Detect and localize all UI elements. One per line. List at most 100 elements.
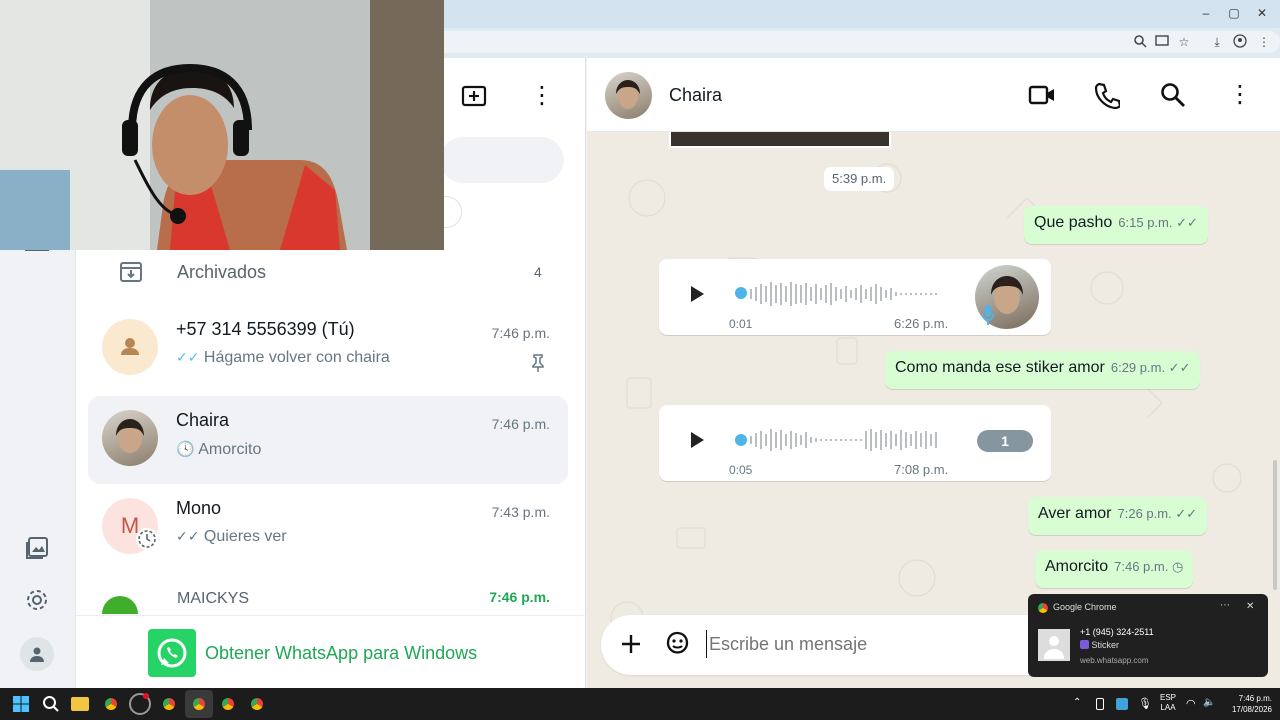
status-ring-icon [136, 528, 158, 550]
chat-item-mono[interactable]: M Mono 7:43 p.m. ✓✓ Quieres ver [88, 484, 568, 572]
incoming-voice-message[interactable]: 0:05 7:08 p.m. 1 [659, 405, 1051, 481]
notification-body-text: Sticker [1091, 640, 1120, 650]
message-text: Aver amor [1038, 505, 1112, 522]
language-indicator[interactable]: ESP LAA [1160, 693, 1176, 713]
outgoing-message[interactable]: Como manda ese stiker amor 6:29 p.m. ✓✓ [885, 351, 1201, 389]
sender-avatar [1038, 629, 1070, 661]
voice-call-icon[interactable] [1094, 81, 1122, 110]
notification-app: Google Chrome [1053, 602, 1117, 612]
playhead[interactable] [735, 434, 747, 446]
archived-label[interactable]: Archivados [177, 262, 266, 283]
sticker-icon [1080, 640, 1089, 649]
chat-preview-text: Quieres ver [203, 528, 287, 545]
windows-start-icon[interactable] [13, 696, 29, 712]
search-input[interactable] [440, 137, 564, 183]
defender-icon[interactable] [1116, 698, 1128, 710]
message-time: 7:46 p.m. [1114, 559, 1169, 574]
clock[interactable]: 7:46 p.m. 17/08/2026 [1222, 693, 1272, 715]
message-time: 6:26 p.m. [894, 316, 949, 331]
sticker-icon[interactable] [664, 630, 691, 657]
more-options-icon[interactable]: ⋮ [530, 82, 554, 110]
media-icon[interactable] [22, 535, 52, 565]
notification-body: Sticker [1080, 640, 1119, 650]
download-icon[interactable]: ⤓ [1208, 34, 1226, 50]
zoom-icon[interactable] [1131, 34, 1149, 50]
chat-menu-icon[interactable]: ⋮ [1228, 82, 1252, 108]
date-chip: 5:39 p.m. [824, 167, 895, 191]
video-call-icon[interactable] [1028, 82, 1056, 108]
webcam-video [0, 0, 444, 250]
archive-icon [118, 260, 144, 284]
chat-item-self[interactable]: +57 314 5556399 (Tú) 7:46 p.m. ✓✓ Hágame… [88, 305, 568, 393]
profile-icon[interactable] [1231, 34, 1249, 50]
pending-clock-icon: ◷ [1168, 559, 1184, 574]
get-app-link[interactable]: Obtener WhatsApp para Windows [205, 643, 477, 664]
whatsapp-logo-icon[interactable] [148, 629, 196, 677]
notification-more-icon[interactable]: ⋯ [1220, 600, 1230, 611]
outgoing-message[interactable]: Aver amor 7:26 p.m. ✓✓ [1028, 497, 1208, 535]
contact-name[interactable]: Chaira [669, 85, 722, 106]
outgoing-message[interactable]: Amorcito 7:46 p.m. ◷ [1035, 550, 1194, 588]
profile-avatar[interactable] [20, 637, 54, 671]
play-icon[interactable] [687, 429, 707, 451]
waveform[interactable] [749, 425, 945, 455]
divider [76, 615, 586, 616]
message-time: 7:08 p.m. [894, 462, 949, 477]
message-time: 6:29 p.m. [1110, 360, 1166, 375]
minimize-button[interactable]: – [1198, 5, 1214, 21]
chrome-profile-taskbar-icon[interactable] [158, 693, 180, 715]
chat-preview: 🕓 Amorcito [176, 440, 261, 459]
avatar [102, 319, 158, 375]
chat-item-chaira[interactable]: Chaira 7:46 p.m. 🕓 Amorcito [88, 396, 568, 484]
star-icon[interactable]: ☆ [1175, 34, 1193, 50]
notification-close-icon[interactable]: ✕ [1246, 601, 1254, 612]
search-icon[interactable] [1160, 82, 1186, 108]
chrome-taskbar-icon[interactable] [100, 693, 122, 715]
outgoing-message[interactable]: Que pasho 6:15 p.m. ✓✓ [1024, 206, 1208, 244]
cast-icon[interactable] [1153, 34, 1171, 50]
message-text: Que pasho [1034, 214, 1113, 231]
mic-tray-icon[interactable]: 🎙 [1138, 697, 1152, 710]
play-icon[interactable] [687, 283, 707, 305]
language-code: ESP [1160, 693, 1177, 702]
message-text: Amorcito [1045, 558, 1109, 575]
maximize-button[interactable]: ▢ [1226, 5, 1242, 21]
chat-name: Mono [176, 498, 222, 518]
waveform[interactable] [749, 279, 945, 309]
chrome-icon [1038, 603, 1048, 613]
contact-avatar[interactable] [605, 72, 652, 119]
chat-preview-text: Amorcito [198, 441, 262, 458]
volume-icon[interactable]: 🔈 [1203, 697, 1215, 708]
wifi-icon[interactable]: ◠ [1186, 697, 1196, 710]
playhead[interactable] [735, 287, 747, 299]
attach-plus-icon[interactable] [619, 632, 643, 656]
chrome-profile-2-taskbar-icon[interactable] [217, 693, 239, 715]
chrome-profile-3-taskbar-icon[interactable] [246, 693, 268, 715]
sent-ticks-icon: ✓✓ [1172, 215, 1198, 230]
message-input[interactable] [706, 630, 1006, 658]
tray-chevron-icon[interactable]: ⌃ [1073, 697, 1081, 708]
read-ticks-icon: ✓✓ [176, 349, 200, 365]
chat-item-maickys[interactable]: MAICKYS 7:46 p.m. [88, 578, 568, 614]
chrome-active-taskbar-icon[interactable] [188, 693, 210, 715]
sent-ticks-icon: ✓✓ [176, 528, 200, 544]
new-chat-icon[interactable] [460, 82, 488, 110]
playback-speed-badge[interactable]: 1 [977, 430, 1033, 452]
usb-icon[interactable] [1096, 698, 1104, 710]
settings-icon[interactable] [22, 587, 52, 617]
chat-time: 7:43 p.m. [491, 504, 550, 520]
sent-ticks-icon: ✓✓ [1171, 506, 1198, 521]
chat-name: MAICKYS [177, 590, 250, 607]
chat-scrollbar[interactable] [1273, 460, 1277, 590]
menu-icon[interactable]: ⋮ [1255, 34, 1273, 50]
image-message[interactable] [669, 132, 891, 148]
chat-name: +57 314 5556399 (Tú) [176, 319, 355, 339]
clock-date: 17/08/2026 [1231, 705, 1272, 714]
file-explorer-icon[interactable] [71, 697, 89, 711]
close-window-button[interactable]: ✕ [1254, 5, 1270, 21]
incoming-voice-message[interactable]: 0:01 6:26 p.m. [659, 259, 1051, 335]
search-taskbar-icon[interactable] [42, 695, 60, 713]
chat-time: 7:46 p.m. [489, 589, 550, 605]
keyboard-layout: LAA [1160, 703, 1176, 712]
chrome-notification[interactable]: Google Chrome ⋯ ✕ +1 (945) 324-2511 Stic… [1028, 594, 1268, 677]
